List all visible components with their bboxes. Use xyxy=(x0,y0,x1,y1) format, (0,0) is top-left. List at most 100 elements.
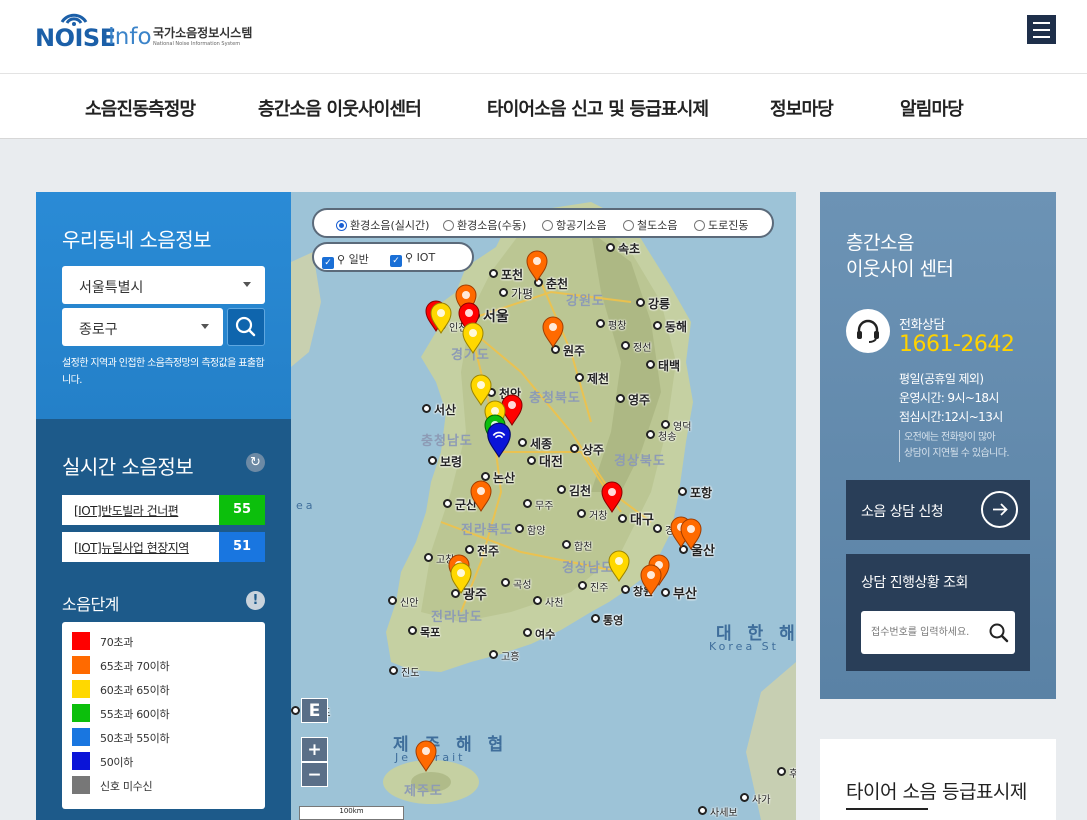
city-label: 태백 xyxy=(646,357,680,374)
top-header: NOISE Info 국가소음정보시스템 National Noise Info… xyxy=(0,0,1087,74)
refresh-icon[interactable]: ↻ xyxy=(246,453,265,472)
map-pin[interactable] xyxy=(525,250,549,282)
city-label: 보령 xyxy=(428,453,462,470)
headset-icon xyxy=(846,309,890,353)
city-label: 영덕 xyxy=(661,418,691,433)
city-label: 포천 xyxy=(489,266,523,283)
title-underline xyxy=(846,808,928,810)
nav-info-plaza[interactable]: 정보마당 xyxy=(770,95,834,121)
logo-korean-name: 국가소음정보시스템 xyxy=(153,26,253,40)
region-label: 충청남도 xyxy=(421,434,473,449)
city-label: 김천 xyxy=(557,482,591,499)
city-label: 서산 xyxy=(422,401,456,418)
search-icon[interactable] xyxy=(988,622,1010,644)
city-label: 무주 xyxy=(523,497,553,512)
radio-railway-noise[interactable]: 철도소음 xyxy=(623,217,677,233)
sea-label: Korea St xyxy=(709,640,779,653)
city-label: 제천 xyxy=(575,370,609,387)
radio-road-vibration[interactable]: 도로진동 xyxy=(694,217,748,233)
realtime-noise-panel: 실시간 소음정보 ↻ [IOT]반도빌라 건너편 55 [IOT]뉴딜사업 현장… xyxy=(36,419,291,820)
neighborhood-title: 우리동네 소음정보 xyxy=(62,228,212,252)
site-logo[interactable]: NOISE Info 국가소음정보시스템 National Noise Info… xyxy=(35,10,275,60)
zoom-in-button[interactable]: + xyxy=(301,737,328,762)
city-label: 대전 xyxy=(527,451,563,470)
neighborhood-search-button[interactable] xyxy=(227,308,265,346)
city-label: 진주 xyxy=(578,579,608,594)
logo-info-text: Info xyxy=(108,24,152,50)
nav-tire-noise[interactable]: 타이어소음 신고 및 등급표시제 xyxy=(487,95,709,121)
iot-pin-icon: ⚲ xyxy=(405,251,414,264)
map-pin[interactable] xyxy=(449,562,473,594)
city-select[interactable]: 서울특별시 xyxy=(62,266,265,304)
hamburger-icon xyxy=(1033,21,1050,24)
neighborhood-noise-panel: 우리동네 소음정보 서울특별시 종로구 설정한 지역과 인접한 소음측정망의 측… xyxy=(36,192,291,419)
zoom-out-button[interactable]: − xyxy=(301,762,328,787)
city-label: 사가 xyxy=(740,791,770,806)
radio-realtime-env-noise[interactable]: 환경소음(실시간) xyxy=(336,217,429,233)
nav-notice-plaza[interactable]: 알림마당 xyxy=(900,95,964,121)
realtime-item[interactable]: [IOT]뉴딜사업 현장지역 51 xyxy=(62,532,265,562)
station-type-check-group: ✓ ⚲ 일반 ✓ ⚲ IOT xyxy=(312,242,474,272)
city-label: 세종 xyxy=(518,435,552,452)
counsel-apply-button[interactable]: 소음 상담 신청 xyxy=(846,480,1030,540)
map-pin[interactable] xyxy=(541,316,565,348)
search-icon xyxy=(235,316,256,337)
check-general[interactable]: ✓ ⚲ 일반 xyxy=(322,251,369,269)
nav-floor-noise-center[interactable]: 층간소음 이웃사이센터 xyxy=(258,95,422,121)
phone-number[interactable]: 1661-2642 xyxy=(899,332,1015,357)
map-pin[interactable] xyxy=(429,302,453,334)
region-label: 강원도 xyxy=(566,294,605,309)
city-label: 통영 xyxy=(591,612,623,628)
dropdown-arrow-icon xyxy=(201,324,209,329)
city-label: 여수 xyxy=(523,626,555,642)
map-pin[interactable] xyxy=(469,480,493,512)
map-pin[interactable] xyxy=(414,740,438,772)
district-select-value: 종로구 xyxy=(79,322,118,338)
city-label: 가평 xyxy=(499,285,533,302)
realtime-item[interactable]: [IOT]반도빌라 건너편 55 xyxy=(62,495,265,525)
noise-level-legend: 70초과 65초과 70이하 60초과 65이하 55초과 60이하 50초과 … xyxy=(62,622,265,809)
main-nav: 소음진동측정망 층간소음 이웃사이센터 타이어소음 신고 및 등급표시제 정보마… xyxy=(0,74,1087,139)
city-label: 목포 xyxy=(408,624,440,640)
hamburger-menu-button[interactable] xyxy=(1027,15,1056,44)
radio-manual-env-noise[interactable]: 환경소음(수동) xyxy=(443,217,526,233)
tire-grade-title[interactable]: 타이어 소음 등급표시제 xyxy=(846,777,1027,804)
check-iot[interactable]: ✓ ⚲ IOT xyxy=(390,251,435,267)
noise-level-title: 소음단계 xyxy=(62,595,119,614)
tire-noise-grade-panel[interactable]: 타이어 소음 등급표시제 xyxy=(820,739,1056,820)
hours-line: 평일(공휴일 제외) xyxy=(899,372,984,386)
city-label: 합천 xyxy=(562,538,592,553)
nav-noise-vibration-network[interactable]: 소음진동측정망 xyxy=(85,95,196,121)
logo-noise-text: NOISE xyxy=(35,24,116,52)
map-e-button[interactable]: E xyxy=(301,698,328,723)
city-label: 정선 xyxy=(621,339,651,354)
realtime-item-name[interactable]: [IOT]뉴딜사업 현장지역 xyxy=(74,539,214,556)
city-select-value: 서울특별시 xyxy=(79,280,144,296)
info-icon[interactable]: ! xyxy=(246,591,265,610)
wifi-pin-icon[interactable] xyxy=(485,422,513,458)
hours-line: 점심시간:12시~13시 xyxy=(899,410,1003,424)
city-label: 후쿠 xyxy=(777,765,796,780)
center-title: 층간소음 이웃사이 센터 xyxy=(846,232,954,280)
city-label: 진도 xyxy=(389,664,419,679)
map-pin[interactable] xyxy=(639,564,663,596)
map-pin[interactable] xyxy=(607,550,631,582)
region-label: 전라남도 xyxy=(431,610,483,625)
map-scale: 100km xyxy=(299,806,404,820)
district-select[interactable]: 종로구 xyxy=(62,308,223,346)
region-label: 경상북도 xyxy=(614,454,666,469)
realtime-item-name[interactable]: [IOT]반도빌라 건너편 xyxy=(74,502,214,519)
map-pin[interactable] xyxy=(600,481,624,513)
hours-line: 운영시간: 9시~18시 xyxy=(899,391,999,405)
radio-aircraft-noise[interactable]: 항공기소음 xyxy=(542,217,607,233)
map-pin[interactable] xyxy=(679,518,703,550)
region-label: 전라북도 xyxy=(461,523,513,538)
city-label: 속초 xyxy=(606,240,640,257)
city-label: 곡성 xyxy=(501,576,531,591)
city-label: 포항 xyxy=(678,484,712,501)
logo-english-name: National Noise Information System xyxy=(153,41,241,47)
phone-counsel-label: 전화상담 xyxy=(899,318,945,333)
counsel-status-box: 상담 진행상황 조회 xyxy=(846,554,1030,671)
noise-map[interactable]: 강원도 경기도 충청북도 충청남도 경상북도 전라북도 경상남도 전라남도 제주… xyxy=(291,192,796,820)
map-pin[interactable] xyxy=(461,322,485,354)
